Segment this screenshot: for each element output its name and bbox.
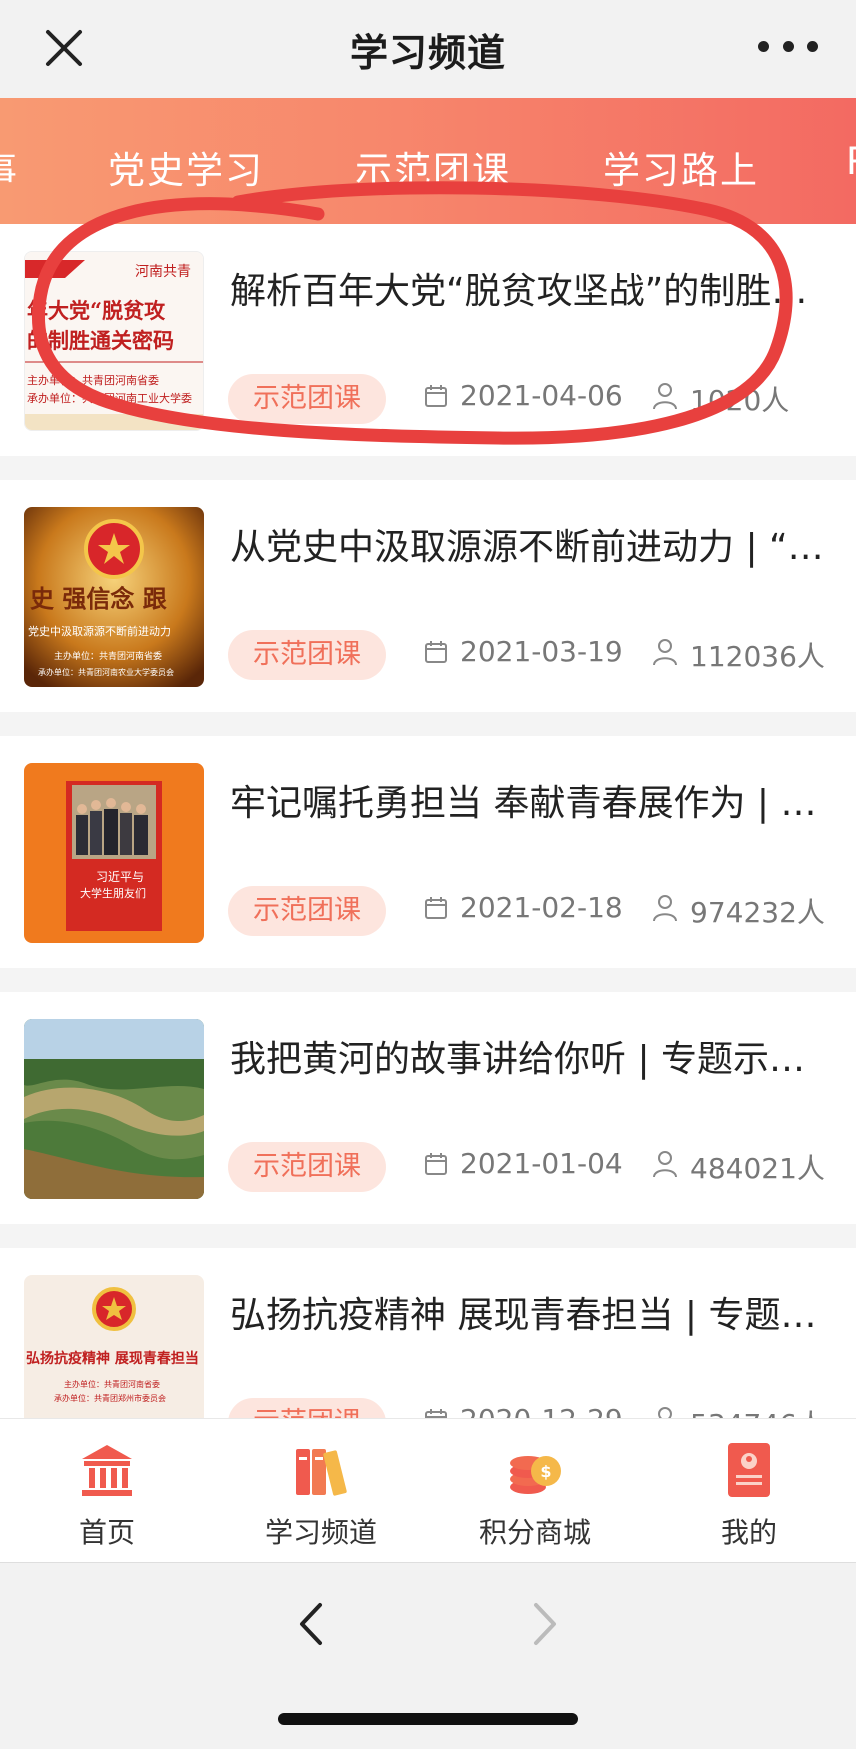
- thumbnail-image: [24, 1019, 204, 1199]
- home-indicator: [278, 1713, 578, 1725]
- thumb-line-2: 党史中汲取源源不断前进动力: [28, 624, 171, 638]
- publish-date: 2021-02-18: [460, 891, 623, 924]
- category-tag: 示范团课: [228, 1398, 386, 1418]
- nav-profile[interactable]: 我的: [642, 1419, 856, 1563]
- thumbnail-art: 河南共青 年大党“脱贫攻 的制胜通关密码 主办单位：共青团河南省委 承办单位：共…: [25, 252, 203, 430]
- user-icon: [653, 639, 677, 666]
- thumb-line-3: 主办单位：共青团河南省委: [54, 650, 162, 662]
- thumb-line-4: 承办单位：共青团河南农业大学委员会: [38, 667, 174, 677]
- tab-partial-left[interactable]: 事: [0, 140, 19, 194]
- thumbnail-image: 史 强信念 跟 党史中汲取源源不断前进动力 主办单位：共青团河南省委 承办单位：…: [24, 507, 204, 687]
- thumb-line-1: 史 强信念 跟: [30, 584, 167, 613]
- svg-text:$: $: [540, 1462, 551, 1481]
- nav-label: 学习频道: [264, 1516, 377, 1549]
- coins-icon: $: [510, 1456, 561, 1494]
- more-options-icon[interactable]: [758, 36, 818, 56]
- nav-points-mall[interactable]: $ 积分商城: [428, 1419, 642, 1563]
- thumb-line-3: 承办单位：共青团郑州市委员会: [54, 1393, 166, 1403]
- item-title[interactable]: 解析百年大党“脱贫攻坚战”的制胜通关密码: [230, 262, 836, 314]
- calendar-icon: [425, 385, 447, 407]
- publish-date: 2021-03-19: [460, 635, 623, 668]
- thumb-line-1: 习近平与: [96, 870, 144, 884]
- publish-date: 2021-04-06: [460, 379, 623, 412]
- user-icon: [653, 383, 677, 410]
- page-title: 学习频道: [349, 30, 506, 75]
- view-count: 1020人: [690, 384, 790, 417]
- item-title[interactable]: 弘扬抗疫精神 展现青春担当 | 专题示范团课: [230, 1286, 836, 1338]
- category-tag: 示范团课: [228, 374, 386, 424]
- top-bar: 学习频道: [0, 0, 856, 98]
- article-list: 河南共青 年大党“脱贫攻 的制胜通关密码 主办单位：共青团河南省委 承办单位：共…: [0, 224, 856, 1418]
- thumb-line-1: 弘扬抗疫精神 展现青春担当: [26, 1350, 199, 1367]
- home-building-icon: [82, 1445, 132, 1496]
- nav-home[interactable]: 首页: [0, 1419, 214, 1563]
- item-title[interactable]: 我把黄河的故事讲给你听 | 专题示范团课: [230, 1030, 836, 1082]
- user-icon: [653, 1151, 677, 1178]
- browser-toolbar: [0, 1562, 856, 1749]
- list-item[interactable]: 弘扬抗疫精神 展现青春担当 主办单位：共青团河南省委 承办单位：共青团郑州市委员…: [0, 1248, 856, 1418]
- category-tag: 示范团课: [228, 630, 386, 680]
- nav-label: 我的: [720, 1516, 777, 1549]
- view-count: 974232人: [690, 896, 825, 929]
- thumbnail-art: 习近平与 大学生朋友们: [24, 763, 204, 943]
- category-tag: 示范团课: [228, 1142, 386, 1192]
- nav-learning[interactable]: 学习频道: [214, 1419, 428, 1563]
- thumbnail-art: 史 强信念 跟 党史中汲取源源不断前进动力 主办单位：共青团河南省委 承办单位：…: [24, 507, 204, 687]
- thumbnail-image: 弘扬抗疫精神 展现青春担当 主办单位：共青团河南省委 承办单位：共青团郑州市委员…: [24, 1275, 204, 1418]
- thumb-line-2: 主办单位：共青团河南省委: [64, 1379, 160, 1389]
- thumbnail-art: 弘扬抗疫精神 展现青春担当 主办单位：共青团河南省委 承办单位：共青团郑州市委员…: [24, 1275, 204, 1418]
- nav-label: 首页: [78, 1516, 135, 1549]
- calendar-icon: [425, 1409, 447, 1418]
- thumb-line-1: 年大党“脱贫攻: [27, 298, 166, 323]
- tab-party-history[interactable]: 党史学习: [108, 140, 264, 194]
- list-item[interactable]: 习近平与 大学生朋友们 牢记嘱托勇担当 奉献青春展作为 | 《习近平与大学生朋友…: [0, 736, 856, 968]
- publish-date: 2021-01-04: [460, 1147, 623, 1180]
- thumb-org-text: 河南共青: [135, 264, 191, 280]
- calendar-icon: [425, 641, 447, 663]
- thumb-line-4: 承办单位：共青团河南工业大学委: [27, 391, 192, 405]
- tab-demo-class[interactable]: 示范团课: [355, 140, 511, 194]
- nav-label: 积分商城: [478, 1516, 591, 1549]
- books-icon: [296, 1449, 347, 1496]
- publish-date: 2020-12-29: [460, 1403, 623, 1418]
- back-arrow-icon[interactable]: [292, 1599, 332, 1649]
- thumb-line-3: 主办单位：共青团河南省委: [27, 373, 159, 387]
- item-title[interactable]: 从党史中汲取源源不断前进动力 | “党史中汲取源源不断前进动力”: [230, 518, 836, 570]
- view-count: 484021人: [690, 1152, 825, 1185]
- forward-arrow-icon[interactable]: [524, 1599, 564, 1649]
- close-icon[interactable]: [42, 26, 86, 70]
- view-count: 534746人: [690, 1403, 825, 1418]
- view-count: 112036人: [690, 640, 825, 673]
- thumb-line-2: 的制胜通关密码: [27, 328, 174, 353]
- profile-card-icon: [728, 1443, 770, 1497]
- tab-partial-right[interactable]: R: [846, 140, 856, 183]
- category-tag: 示范团课: [228, 886, 386, 936]
- tab-learning-road[interactable]: 学习路上: [603, 140, 759, 194]
- list-item[interactable]: 河南共青 年大党“脱贫攻 的制胜通关密码 主办单位：共青团河南省委 承办单位：共…: [0, 224, 856, 456]
- user-icon: [653, 895, 677, 922]
- calendar-icon: [425, 897, 447, 919]
- thumbnail-art: [24, 1019, 204, 1199]
- bottom-navigation: 首页 学习频道 $ 积分商城 我的: [0, 1418, 856, 1562]
- thumbnail-image: 河南共青 年大党“脱贫攻 的制胜通关密码 主办单位：共青团河南省委 承办单位：共…: [24, 251, 204, 431]
- item-title[interactable]: 牢记嘱托勇担当 奉献青春展作为 | 《习近平与大学生朋友们》: [230, 774, 836, 826]
- thumbnail-image: 习近平与 大学生朋友们: [24, 763, 204, 943]
- list-item[interactable]: 史 强信念 跟 党史中汲取源源不断前进动力 主办单位：共青团河南省委 承办单位：…: [0, 480, 856, 712]
- category-tab-bar: 事 党史学习 示范团课 学习路上 R: [0, 98, 856, 224]
- calendar-icon: [425, 1153, 447, 1175]
- user-icon: [658, 1407, 672, 1418]
- thumb-line-2: 大学生朋友们: [80, 886, 146, 900]
- list-item[interactable]: 我把黄河的故事讲给你听 | 专题示范团课 示范团课 2021-01-04 484…: [0, 992, 856, 1224]
